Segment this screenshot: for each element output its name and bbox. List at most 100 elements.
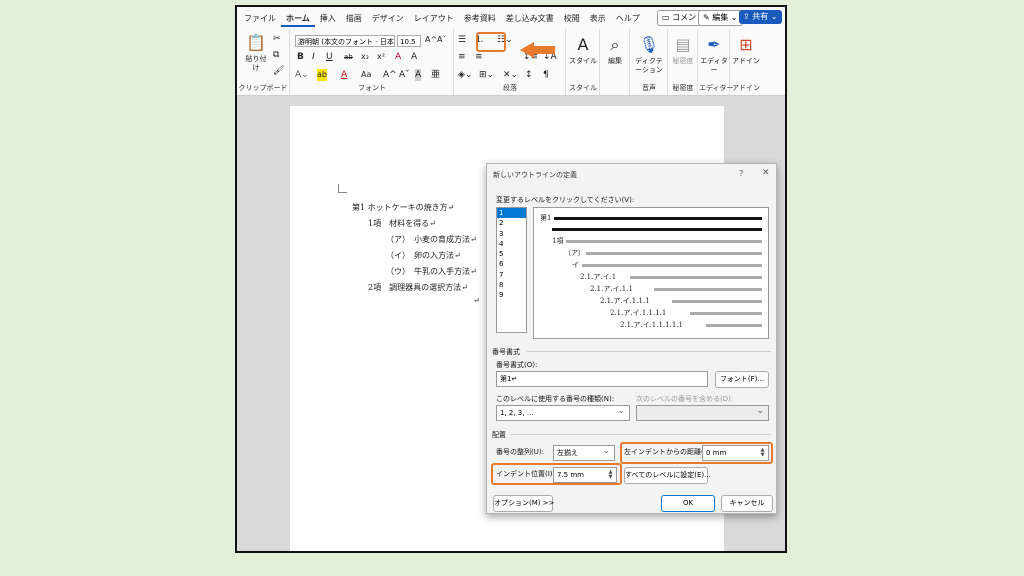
tab-help[interactable]: ヘルプ bbox=[611, 11, 645, 27]
doc-subitem-i[interactable]: （イ） 卵の入方法↵ bbox=[386, 250, 461, 261]
font-size-combo[interactable]: 10.5 bbox=[397, 35, 421, 47]
preview-level3-label: （ア） bbox=[564, 249, 585, 257]
align-left-icon[interactable]: ≡ bbox=[458, 51, 466, 63]
strikethrough-button[interactable]: ab bbox=[344, 51, 353, 63]
level-item[interactable]: 9 bbox=[497, 290, 526, 300]
asian-layout-icon[interactable]: ✕⌄ bbox=[503, 69, 518, 81]
style-icon: A bbox=[577, 35, 589, 54]
options-button[interactable]: オプション(M) >> bbox=[493, 495, 554, 512]
addins-button[interactable]: ⊞ アドイン bbox=[732, 35, 760, 66]
level-item[interactable]: 6 bbox=[497, 259, 526, 269]
copy-icon[interactable]: ⧉ bbox=[273, 49, 279, 61]
doc-item-2[interactable]: 2項 調理器具の選択方法↵ bbox=[368, 282, 468, 293]
word-window: ファイル ホーム 挿入 描画 デザイン レイアウト 参考資料 差し込み文書 校閲… bbox=[235, 5, 787, 553]
search-icon: ⌕ bbox=[610, 35, 620, 54]
addins-group: ⊞ アドイン アドイン bbox=[732, 35, 760, 92]
style-group: A スタイル スタイル bbox=[567, 29, 600, 95]
editor-button[interactable]: ✒ エディター bbox=[700, 35, 728, 75]
comment-icon: ▭ bbox=[662, 13, 673, 22]
preview-line bbox=[566, 240, 762, 243]
number-format-input[interactable]: 第1↵ bbox=[496, 371, 708, 387]
shading-icon[interactable]: ◈⌄ bbox=[458, 69, 472, 81]
level-item[interactable]: 1 bbox=[497, 208, 526, 219]
tab-file[interactable]: ファイル bbox=[239, 11, 281, 27]
cancel-button[interactable]: キャンセル bbox=[721, 495, 773, 512]
level-prompt-label: 変更するレベルをクリックしてください(V): bbox=[496, 196, 635, 204]
editing-button[interactable]: ⌕ 編集 bbox=[602, 35, 628, 66]
level-item[interactable]: 4 bbox=[497, 239, 526, 249]
sort-order-icon[interactable]: ↕ bbox=[525, 69, 533, 81]
text-effects-icon[interactable]: A⌄ bbox=[295, 69, 309, 81]
char-shading-icon[interactable]: A bbox=[415, 69, 422, 81]
tab-layout[interactable]: レイアウト bbox=[409, 11, 459, 27]
doc-subitem-u[interactable]: （ウ） 牛乳の入手方法↵ bbox=[386, 266, 477, 277]
tab-references[interactable]: 参考資料 bbox=[459, 11, 501, 27]
doc-item-1[interactable]: 1項 材料を得る↵ bbox=[368, 218, 436, 229]
level-item[interactable]: 2 bbox=[497, 218, 526, 228]
number-style-select[interactable]: 1, 2, 3, … bbox=[496, 405, 630, 421]
style-button[interactable]: A スタイル bbox=[569, 35, 597, 66]
edit-mode-button[interactable]: ✎ 編集 ⌄ bbox=[698, 10, 743, 26]
clipboard-icon: 📋 bbox=[246, 33, 266, 52]
preview-row: 2.1.ア.イ.1.1 bbox=[590, 285, 633, 293]
borders-icon[interactable]: ⊞⌄ bbox=[479, 69, 494, 81]
tab-design[interactable]: デザイン bbox=[367, 11, 409, 27]
paragraph-group: ☰ ⒈ ☷⌄ ≡ ≡ ↕≡ ↓A ◈⌄ ⊞⌄ ✕⌄ ↕ ¶ 段落 bbox=[455, 29, 566, 95]
grow-font-icon[interactable]: A^ bbox=[425, 34, 437, 46]
align-center-icon[interactable]: ≡ bbox=[475, 51, 483, 63]
grow-icon[interactable]: A^ bbox=[383, 69, 397, 81]
microphone-icon: 🎙 bbox=[638, 35, 660, 54]
tab-view[interactable]: 表示 bbox=[585, 11, 611, 27]
highlight-icon[interactable]: ab bbox=[317, 69, 327, 81]
dictation-button[interactable]: 🎙 ディクテーション bbox=[632, 35, 666, 75]
clear-format-icon[interactable]: A bbox=[395, 51, 401, 63]
sensitivity-group: ▤ 秘密度 秘密度 bbox=[669, 29, 698, 95]
indent-position-highlight bbox=[491, 463, 622, 485]
multilevel-list-highlight bbox=[476, 32, 506, 52]
set-all-levels-button[interactable]: すべてのレベルに設定(E)... bbox=[624, 467, 711, 484]
tab-draw[interactable]: 描画 bbox=[341, 11, 367, 27]
level-item[interactable]: 5 bbox=[497, 249, 526, 259]
subscript-button[interactable]: x₂ bbox=[361, 51, 369, 63]
ruby-icon[interactable]: 亜 bbox=[431, 69, 440, 81]
doc-heading-1[interactable]: 第1 ホットケーキの焼き方↵ bbox=[352, 202, 454, 213]
level-item[interactable]: 8 bbox=[497, 280, 526, 290]
shrink-icon[interactable]: Aˇ bbox=[399, 69, 410, 81]
font-color-icon[interactable]: A bbox=[341, 69, 347, 81]
change-case-icon[interactable]: Aa bbox=[361, 69, 371, 81]
preview-line bbox=[630, 276, 762, 279]
sensitivity-button[interactable]: ▤ 秘密度 bbox=[670, 35, 696, 66]
font-name-combo[interactable]: 游明朝 (本文のフォント - 日本語) bbox=[295, 35, 395, 47]
clipboard-group: 📋 貼り付け ✂ ⧉ 🖌 クリップボード bbox=[237, 29, 290, 95]
ok-button[interactable]: OK bbox=[661, 495, 715, 512]
help-icon[interactable]: ? bbox=[739, 169, 743, 178]
doc-subitem-a[interactable]: （ア） 小麦の育成方法↵ bbox=[386, 234, 477, 245]
tab-insert[interactable]: 挿入 bbox=[315, 11, 341, 27]
include-level-select[interactable] bbox=[636, 405, 769, 421]
show-marks-icon[interactable]: ¶ bbox=[543, 69, 549, 81]
bullets-icon[interactable]: ☰ bbox=[458, 34, 466, 46]
cut-icon[interactable]: ✂ bbox=[273, 33, 281, 45]
format-painter-icon[interactable]: 🖌 bbox=[273, 65, 284, 77]
tab-review[interactable]: 校閲 bbox=[559, 11, 585, 27]
editing-group: ⌕ 編集 bbox=[601, 29, 630, 95]
share-button[interactable]: ⇪ 共有 ⌄ bbox=[739, 10, 782, 24]
preview-line bbox=[706, 324, 762, 327]
tab-home[interactable]: ホーム bbox=[281, 11, 315, 27]
char-border-icon[interactable]: A bbox=[411, 51, 417, 63]
italic-button[interactable]: I bbox=[312, 51, 315, 63]
preview-row: 2.1.ア.イ.1 bbox=[580, 273, 617, 281]
paste-button[interactable]: 📋 貼り付け bbox=[243, 33, 269, 73]
level-listbox[interactable]: 1 2 3 4 5 6 7 8 9 bbox=[496, 207, 527, 333]
tab-mailings[interactable]: 差し込み文書 bbox=[501, 11, 559, 27]
shrink-font-icon[interactable]: Aˇ bbox=[437, 34, 446, 46]
superscript-button[interactable]: x² bbox=[377, 51, 385, 63]
alignment-select[interactable]: 左揃え bbox=[553, 445, 615, 461]
margin-corner-mark bbox=[338, 184, 347, 193]
level-item[interactable]: 3 bbox=[497, 229, 526, 239]
level-item[interactable]: 7 bbox=[497, 270, 526, 280]
close-icon[interactable]: ✕ bbox=[762, 168, 770, 178]
font-button[interactable]: フォント(F)... bbox=[715, 371, 769, 388]
underline-button[interactable]: U bbox=[326, 51, 333, 63]
bold-button[interactable]: B bbox=[297, 51, 304, 63]
